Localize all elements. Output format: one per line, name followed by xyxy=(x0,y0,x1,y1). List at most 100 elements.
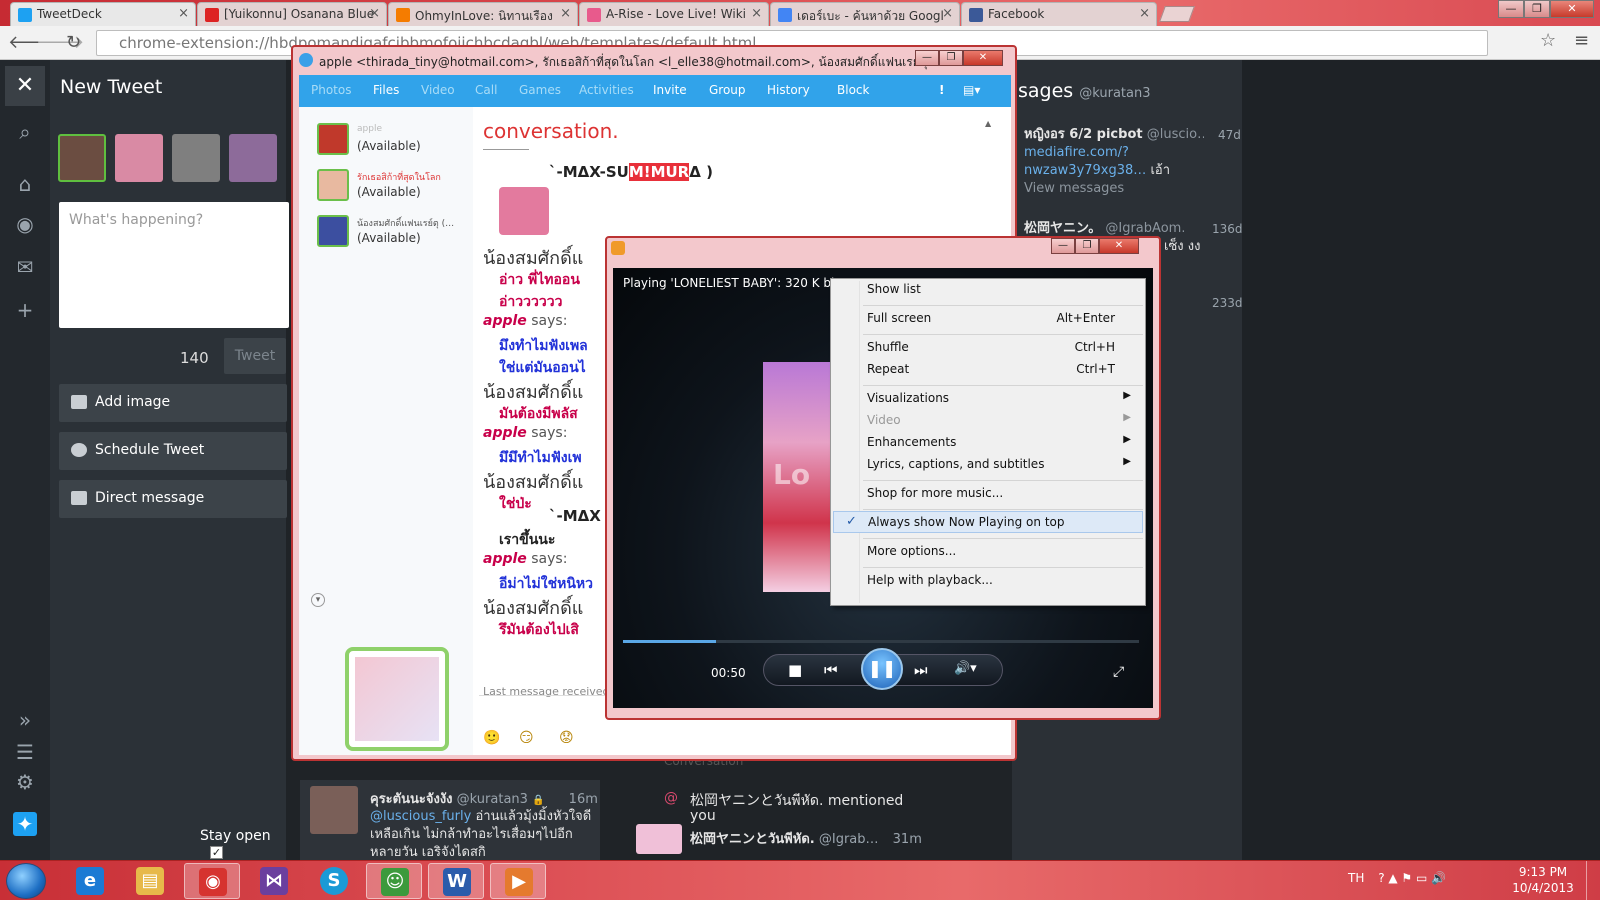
tweet-input[interactable]: What's happening? xyxy=(59,202,289,328)
minimize-button[interactable]: — xyxy=(1051,238,1075,254)
scroll-up-icon[interactable]: ▲ xyxy=(985,119,991,128)
twitter-icon[interactable]: ✦ xyxy=(13,812,37,836)
menu-item-lyrics[interactable]: Lyrics, captions, and subtitles ▶ xyxy=(833,454,1143,476)
close-icon[interactable]: ✕ xyxy=(5,66,45,106)
menu-invite[interactable]: Invite xyxy=(653,83,687,97)
language-indicator[interactable]: TH xyxy=(1348,871,1364,885)
menu-item-shop[interactable]: Shop for more music... xyxy=(833,483,1143,505)
settings-icon[interactable]: ⚙ xyxy=(13,770,37,794)
search-icon[interactable]: ⌕ xyxy=(13,120,37,144)
menu-group[interactable]: Group xyxy=(709,83,746,97)
mentions-icon[interactable]: ◉ xyxy=(13,212,37,236)
menu-activities[interactable]: Activities xyxy=(579,83,634,97)
menu-item-show-list[interactable]: Show list xyxy=(833,279,1143,301)
pause-button[interactable]: ❚❚ xyxy=(861,648,903,690)
seek-bar[interactable] xyxy=(623,640,1139,643)
menu-block[interactable]: Block xyxy=(837,83,869,97)
volume-button[interactable]: 🔊▾ xyxy=(954,661,977,676)
tab-yuikonnu[interactable]: [Yuikonnu] Osanana Blue × xyxy=(197,2,387,26)
contact-item[interactable]: น้องสมศักดิ์แฟนเรย์ตุ (… (Available) xyxy=(317,215,477,251)
tab-close-icon[interactable]: × xyxy=(1139,6,1150,21)
taskbar-media-player[interactable]: ▶ xyxy=(490,863,546,899)
collapse-icon[interactable]: ▾ xyxy=(311,593,325,607)
wink-icon[interactable]: 😏 xyxy=(519,730,534,746)
close-button[interactable]: ✕ xyxy=(963,50,1003,66)
contact-item[interactable]: apple (Available) xyxy=(317,123,477,159)
bookmark-star-icon[interactable]: ☆ xyxy=(1540,30,1556,51)
show-desktop-button[interactable] xyxy=(1586,861,1600,900)
expand-icon[interactable]: » xyxy=(13,708,37,732)
taskbar-file-explorer[interactable]: ▤ xyxy=(122,863,178,899)
home-icon[interactable]: ⌂ xyxy=(13,172,37,196)
taskbar-visual-studio[interactable]: ⋈ xyxy=(246,863,302,899)
tab-google-search[interactable]: เดอร์เบะ - ค้นหาด้วย Googl × xyxy=(770,2,960,26)
options-menu-icon[interactable]: ▤▾ xyxy=(963,83,980,97)
avatar[interactable] xyxy=(310,786,358,834)
close-button[interactable]: ✕ xyxy=(1550,0,1594,18)
maximize-button[interactable]: ❐ xyxy=(939,50,963,66)
mention-author-name[interactable]: 松岡ヤニンとวันพีหัด. xyxy=(690,832,815,847)
taskbar-internet-explorer[interactable]: e xyxy=(62,863,118,899)
avatar[interactable] xyxy=(172,134,220,182)
menu-files[interactable]: Files xyxy=(373,83,399,97)
smiley-icon[interactable]: 🙂 xyxy=(483,730,500,746)
add-image-button[interactable]: Add image xyxy=(59,384,287,422)
menu-call[interactable]: Call xyxy=(475,83,497,97)
menu-games[interactable]: Games xyxy=(519,83,561,97)
menu-item-more-options[interactable]: More options... xyxy=(833,541,1143,563)
tab-close-icon[interactable]: × xyxy=(369,6,380,21)
menu-item-enhancements[interactable]: Enhancements ▶ xyxy=(833,432,1143,454)
menu-photos[interactable]: Photos xyxy=(311,83,351,97)
tray-icons[interactable]: ? ▲ ⚑ ▭ 🔊 xyxy=(1378,871,1446,885)
tweet-author-name[interactable]: คุระตันนะจังงัง xyxy=(370,792,453,807)
tweet-mention[interactable]: @luscious_furly xyxy=(370,809,471,824)
message-link[interactable]: nwzaw3y79xg38… xyxy=(1024,163,1146,178)
taskbar-word[interactable]: W xyxy=(428,863,484,899)
start-button[interactable] xyxy=(6,863,46,899)
avatar[interactable] xyxy=(229,134,277,182)
tweet-item[interactable]: คุระตันนะจังงัง @kuratan3 🔒 16m @lusciou… xyxy=(300,780,600,860)
tab-facebook[interactable]: Facebook × xyxy=(961,2,1157,26)
nudge-icon[interactable]: 😟 xyxy=(559,730,574,746)
tab-tweetdeck[interactable]: TweetDeck × xyxy=(10,2,196,26)
next-button[interactable]: ⏭ xyxy=(914,661,928,679)
messages-icon[interactable]: ✉ xyxy=(13,255,37,279)
minimize-button[interactable]: — xyxy=(915,50,939,66)
message-item[interactable]: หญิงอร 6/2 picbot @luscio… mediafire.com… xyxy=(1024,126,1240,198)
alert-icon[interactable]: ! xyxy=(939,83,944,97)
new-tab-button[interactable] xyxy=(1159,6,1195,22)
columns-icon[interactable]: ☰ xyxy=(13,740,37,764)
maximize-button[interactable]: ❐ xyxy=(1524,0,1550,18)
add-column-icon[interactable]: + xyxy=(13,298,37,322)
contact-item[interactable]: รักเธอสิก้าที่สุดในโลก (Available) xyxy=(317,169,477,205)
stay-open-toggle[interactable]: Stay open ✓ xyxy=(200,828,286,860)
reload-icon[interactable]: ↻ xyxy=(66,32,81,53)
menu-item-visualizations[interactable]: Visualizations ▶ xyxy=(833,388,1143,410)
schedule-tweet-button[interactable]: Schedule Tweet xyxy=(59,432,287,470)
view-messages-link[interactable]: View messages xyxy=(1024,180,1240,198)
menu-item-help[interactable]: Help with playback... xyxy=(833,570,1143,592)
menu-item-always-on-top[interactable]: ✓ Always show Now Playing on top xyxy=(833,511,1143,533)
tab-ohmyinlove[interactable]: OhmyInLove: นิทานเรือง × xyxy=(388,2,578,26)
stop-button[interactable]: ■ xyxy=(788,661,802,679)
maximize-button[interactable]: ❐ xyxy=(1075,238,1099,254)
menu-item-repeat[interactable]: Repeat Ctrl+T xyxy=(833,359,1143,381)
taskbar-messenger[interactable]: ☺ xyxy=(366,863,422,899)
tab-close-icon[interactable]: × xyxy=(178,6,189,21)
minimize-button[interactable]: — xyxy=(1498,0,1524,18)
previous-button[interactable]: ⏮ xyxy=(824,661,838,679)
avatar[interactable] xyxy=(58,134,106,182)
tab-close-icon[interactable]: × xyxy=(751,6,762,21)
menu-video[interactable]: Video xyxy=(421,83,455,97)
close-button[interactable]: ✕ xyxy=(1099,238,1139,254)
menu-history[interactable]: History xyxy=(767,83,810,97)
system-clock[interactable]: 9:13 PM 10/4/2013 xyxy=(1508,864,1578,896)
tab-close-icon[interactable]: × xyxy=(560,6,571,21)
menu-item-full-screen[interactable]: Full screen Alt+Enter xyxy=(833,308,1143,330)
avatar[interactable] xyxy=(636,824,682,854)
taskbar-skype[interactable]: S xyxy=(306,863,362,899)
menu-item-shuffle[interactable]: Shuffle Ctrl+H xyxy=(833,337,1143,359)
my-display-picture[interactable] xyxy=(345,647,449,751)
switch-to-library-icon[interactable]: ⤢ xyxy=(1113,664,1124,680)
taskbar-chrome[interactable]: ◉ xyxy=(184,863,240,899)
